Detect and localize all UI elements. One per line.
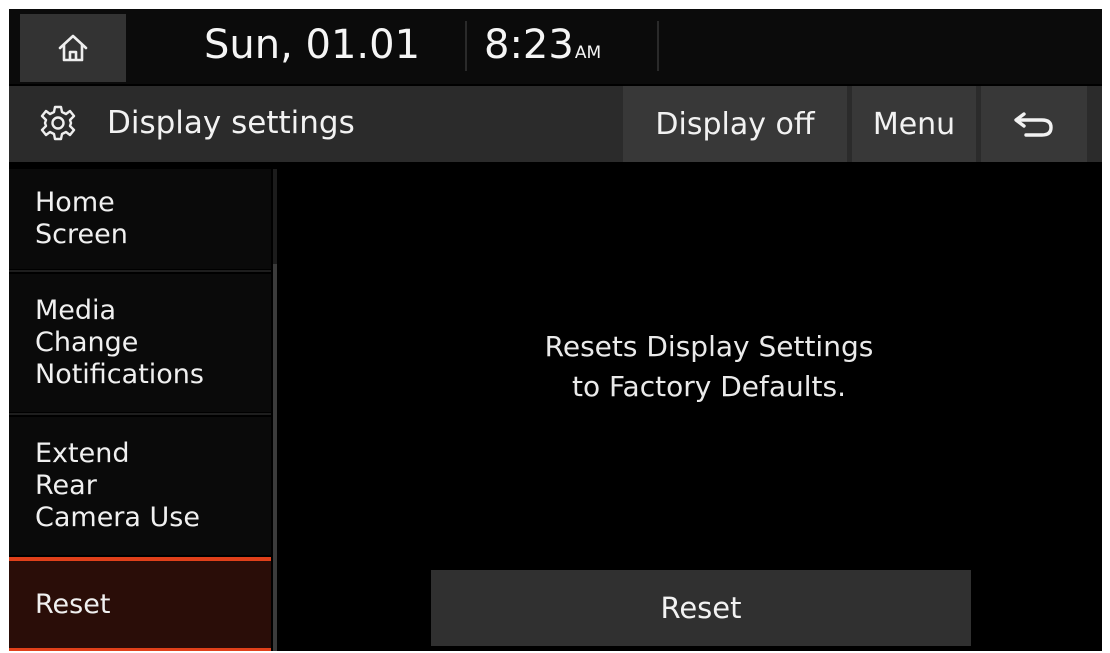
sidebar-divider [9,413,271,415]
display-screen: Sun, 01.01 8:23AM Display settings Displ… [9,9,1102,651]
home-icon [58,34,88,62]
sidebar: Home Screen Media Change Notifications E… [9,169,271,651]
status-bar: Sun, 01.01 8:23AM [9,9,1102,84]
menu-button[interactable]: Menu [852,86,976,162]
status-time: 8:23AM [484,15,601,83]
status-divider [657,21,659,71]
sidebar-divider [9,270,271,272]
sidebar-scrollbar-thumb[interactable] [273,264,277,651]
status-date: Sun, 01.01 [204,22,421,68]
sidebar-item-media-change-notifications[interactable]: Media Change Notifications [9,274,271,412]
gear-icon [40,105,76,141]
sidebar-item-label: Media Change Notifications [35,295,204,390]
back-button[interactable] [981,86,1087,162]
header-bar: Display settings Display off Menu [9,86,1102,162]
page-title: Display settings [107,105,355,141]
sidebar-item-label: Extend Rear Camera Use [35,438,200,533]
sidebar-item-home-screen[interactable]: Home Screen [9,169,271,269]
status-ampm: AM [574,43,602,63]
sidebar-item-reset[interactable]: Reset [9,557,271,651]
reset-description: Resets Display Settings to Factory Defau… [544,330,874,403]
status-time-value: 8:23 [484,22,574,68]
sidebar-item-extend-rear-camera-use[interactable]: Extend Rear Camera Use [9,417,271,555]
reset-button[interactable]: Reset [431,570,971,646]
display-off-button[interactable]: Display off [623,86,847,162]
back-arrow-icon [1014,112,1053,137]
sidebar-item-label: Reset [35,588,111,620]
sidebar-item-label: Home Screen [35,187,128,250]
status-divider [465,21,467,71]
home-button[interactable] [20,14,126,82]
